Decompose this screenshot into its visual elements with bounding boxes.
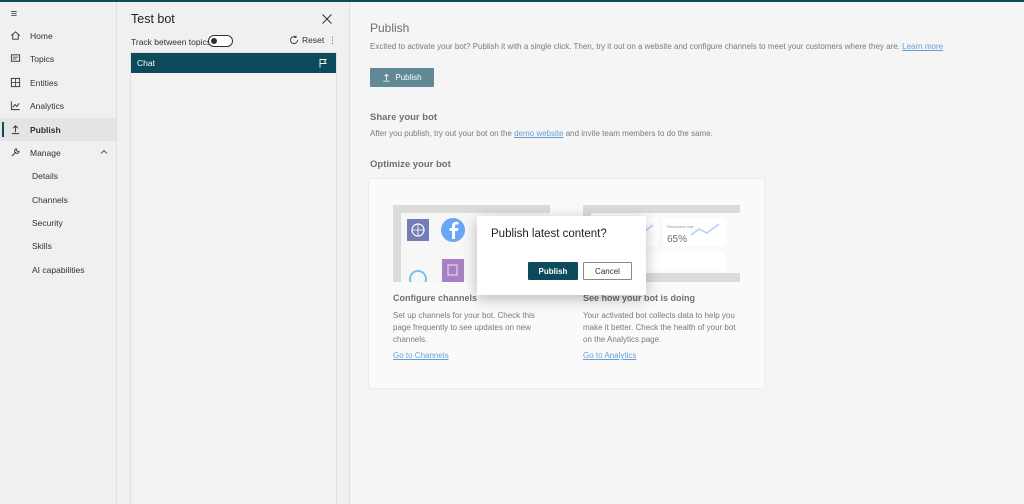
publish-confirm-dialog: Publish latest content? Publish Cancel (477, 216, 646, 295)
nav-item-label: Manage (30, 147, 61, 158)
nav-subitem-label: AI capabilities (32, 264, 85, 275)
nav-item-label: Topics (30, 53, 55, 64)
dialog-cancel-button[interactable]: Cancel (583, 262, 632, 280)
refresh-icon (290, 35, 298, 44)
chat-label: Chat (137, 58, 155, 68)
nav-item-topics[interactable]: Topics (0, 47, 116, 70)
nav-subitem-label: Details (32, 170, 58, 181)
nav-subitem-label: Security (32, 217, 63, 228)
entities-icon (0, 77, 30, 88)
wrench-icon (0, 147, 30, 158)
chevron-up-icon[interactable] (100, 148, 108, 156)
chat-header: Chat (131, 53, 336, 73)
nav-item-analytics[interactable]: Analytics (0, 94, 116, 117)
nav-item-home[interactable]: Home (0, 24, 116, 47)
nav-item-label: Analytics (30, 100, 65, 111)
close-icon[interactable] (321, 13, 333, 25)
nav-item-entities[interactable]: Entities (0, 71, 116, 94)
test-bot-title: Test bot (131, 12, 175, 26)
nav-item-manage[interactable]: Manage (0, 141, 116, 164)
nav-subitem-skills[interactable]: Skills (0, 234, 116, 257)
left-navigation: ≡ Home Topics Entities Analytics Publish… (0, 2, 117, 504)
hamburger-menu-icon[interactable]: ≡ (8, 8, 20, 20)
topics-icon (0, 53, 30, 64)
track-topics-label: Track between topics (131, 37, 211, 47)
home-icon (0, 30, 30, 41)
nav-subitem-security[interactable]: Security (0, 211, 116, 234)
track-topics-toggle[interactable] (208, 35, 233, 47)
nav-subitem-label: Skills (32, 240, 52, 251)
nav-subitem-details[interactable]: Details (0, 164, 116, 187)
test-bot-panel: Test bot Track between topics Reset ⋮ Ch… (117, 2, 350, 504)
nav-item-label: Entities (30, 77, 58, 88)
chat-area[interactable]: Chat (130, 52, 337, 504)
analytics-icon (0, 100, 30, 111)
nav-item-publish[interactable]: Publish (0, 118, 116, 141)
publish-icon (0, 124, 30, 135)
reset-label: Reset (302, 35, 325, 45)
reset-button[interactable]: Reset (289, 35, 324, 45)
more-options-icon[interactable]: ⋮ (328, 35, 337, 46)
nav-item-label: Home (30, 30, 53, 41)
dialog-title: Publish latest content? (491, 228, 607, 240)
nav-subitem-label: Channels (32, 194, 68, 205)
nav-subitem-ai-capabilities[interactable]: AI capabilities (0, 258, 116, 281)
flag-icon[interactable] (318, 58, 328, 68)
nav-item-label: Publish (30, 124, 61, 135)
dialog-publish-button[interactable]: Publish (528, 262, 578, 280)
nav-subitem-channels[interactable]: Channels (0, 188, 116, 211)
modal-overlay (350, 2, 1024, 504)
